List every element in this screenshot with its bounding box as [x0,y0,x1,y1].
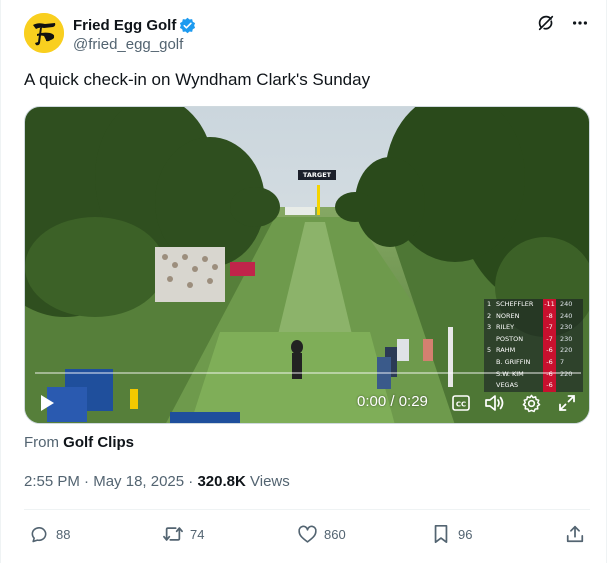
closed-captions-icon[interactable]: CC [451,394,471,412]
settings-gear-icon[interactable] [521,393,541,413]
author-names: Fried Egg Golf @fried_egg_golf [73,16,196,53]
leaderboard-row: POSTON -7 230 [484,333,583,346]
leaderboard-player-name: NOREN [496,311,520,320]
tweet-time[interactable]: 2:55 PM [24,473,80,490]
heart-icon [296,523,318,545]
source-prefix: From [24,434,59,451]
tweet-meta: 2:55 PM · May 18, 2025 · 320.8K Views [24,473,290,490]
actions-divider [24,509,590,510]
fried-egg-logo-icon [24,13,64,53]
leaderboard-thru: 220 [560,369,573,378]
verified-badge-icon [180,17,196,34]
author-handle[interactable]: @fried_egg_golf [73,36,196,53]
target-marker-label: TARGET [298,170,336,180]
repost-count: 74 [190,526,205,542]
author-display-name[interactable]: Fried Egg Golf [73,17,176,34]
tweet-text: A quick check-in on Wyndham Clark's Sund… [24,70,371,89]
tweet-date[interactable]: May 18, 2025 [93,473,184,490]
meta-separator-2: · [184,473,198,490]
share-button[interactable] [564,519,586,549]
leaderboard-player-name: RAHM [496,346,516,355]
share-icon [564,523,586,545]
leaderboard-score: -6 [543,356,556,369]
video-controls: 0:00 / 0:29 CC [25,387,589,419]
bookmark-button[interactable]: 96 [430,519,472,549]
play-icon[interactable] [37,393,57,413]
leaderboard-thru: 230 [560,323,573,332]
leaderboard-score: -6 [543,368,556,381]
leaderboard-thru: 220 [560,346,573,355]
leaderboard-thru: 240 [560,300,573,308]
leaderboard-player-name: POSTON [496,334,524,343]
meta-separator-1: · [79,473,94,490]
leaderboard-row: S.W. KIM -6 220 [484,368,583,381]
leaderboard-thru: 7 [560,357,565,366]
views-label: Views [250,473,290,490]
bookmark-count: 96 [458,526,473,542]
tweet-header: Fried Egg Golf @fried_egg_golf [24,13,590,57]
leaderboard-player-name: B. GRIFFIN [496,357,531,366]
repost-icon [162,523,184,545]
tweet-actions: 88 74 860 96 [24,519,590,549]
leaderboard-row: 1 SCHEFFLER -11 240 [484,299,583,311]
leaderboard-player-name: S.W. KIM [496,369,524,378]
leaderboard-score: -6 [543,345,556,357]
leaderboard-thru: 240 [560,311,573,320]
views-count: 320.8K [197,473,246,490]
fullscreen-icon[interactable] [557,393,577,413]
repost-button[interactable]: 74 [162,519,204,549]
leaderboard-player-name: SCHEFFLER [496,300,534,308]
header-actions [536,13,590,33]
grok-icon[interactable] [536,13,556,33]
leaderboard-row: 3 RILEY -7 230 [484,322,583,334]
leaderboard-row: B. GRIFFIN -6 7 [484,356,583,369]
leaderboard-score: -8 [543,310,556,323]
avatar[interactable] [24,13,64,53]
video-time-readout: 0:00 / 0:29 [357,393,428,410]
display-name-row: Fried Egg Golf [73,16,196,35]
bookmark-icon [430,523,452,545]
leaderboard-overlay: 1 SCHEFFLER -11 240 2 NOREN -8 240 3 RILEY -7 230 PO… [484,299,583,392]
leaderboard-row: 5 RAHM -6 220 [484,345,583,357]
leaderboard-score: -7 [543,322,556,334]
volume-icon[interactable] [484,393,506,413]
leaderboard-score: -11 [543,299,556,311]
source-name-link[interactable]: Golf Clips [63,434,134,451]
leaderboard-player-name: RILEY [496,323,515,332]
source-attribution: From Golf Clips [24,434,134,451]
column-border-left [0,0,1,563]
video-progress-bar[interactable] [35,372,581,374]
more-options-icon[interactable] [570,13,590,33]
leaderboard-score: -7 [543,333,556,346]
reply-button[interactable]: 88 [28,519,70,549]
like-button[interactable]: 860 [296,519,346,549]
like-count: 860 [324,526,346,542]
column-border-right [606,0,607,563]
leaderboard-row: 2 NOREN -8 240 [484,310,583,323]
leaderboard-thru: 230 [560,334,573,343]
reply-icon [28,523,50,545]
svg-text:CC: CC [456,401,466,409]
reply-count: 88 [56,526,71,542]
video-player[interactable]: TARGET 1 SCHEFFLER -11 240 2 NOREN -8 240 3 RILEY… [24,106,590,424]
